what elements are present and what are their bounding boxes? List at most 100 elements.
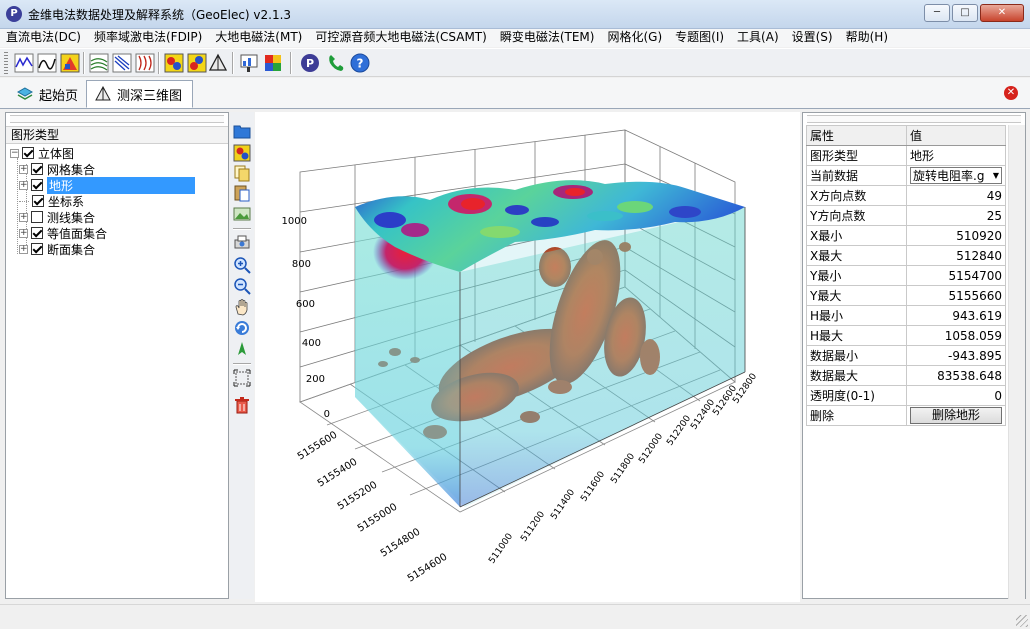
tree-item-isosurfaces[interactable]: + 等值面集合 — [19, 225, 107, 241]
property-value[interactable]: 5154700 — [906, 265, 1006, 286]
property-row[interactable]: 图形类型 地形 — [806, 145, 1006, 166]
property-row[interactable]: H最大 1058.059 — [806, 325, 1006, 346]
help-icon[interactable]: ? — [350, 53, 370, 73]
copy-icon[interactable] — [233, 164, 251, 182]
open-folder-icon[interactable] — [233, 122, 251, 140]
menu-help[interactable]: 帮助(H) — [846, 29, 888, 47]
pseudo-section-icon[interactable] — [164, 53, 184, 73]
menu-mt[interactable]: 大地电磁法(MT) — [215, 29, 302, 47]
close-tab-icon[interactable]: ✕ — [1004, 86, 1018, 100]
3d-viewport[interactable]: 0 200 400 600 800 1000 5155600 5155400 5… — [255, 112, 800, 602]
chart-settings-icon[interactable] — [239, 53, 259, 73]
property-value[interactable]: 83538.648 — [906, 365, 1006, 386]
property-row[interactable]: X最大 512840 — [806, 245, 1006, 266]
expand-icon[interactable]: + — [19, 244, 28, 254]
current-data-select[interactable]: 旋转电阻率.g ▼ — [910, 167, 1002, 184]
tree-item-checkbox[interactable] — [31, 243, 43, 255]
tree-item-terrain[interactable]: + 地形 — [19, 176, 195, 194]
panel-grip[interactable] — [807, 115, 1021, 123]
north-arrow-icon[interactable] — [233, 340, 251, 358]
property-row[interactable]: H最小 943.619 — [806, 305, 1006, 326]
toolbar-grip[interactable] — [4, 52, 8, 74]
property-header-row: 属性 值 — [806, 125, 1006, 146]
close-window-button[interactable]: ✕ — [980, 4, 1024, 22]
import-map-icon[interactable] — [233, 144, 251, 162]
tree-item-checkbox[interactable] — [32, 195, 44, 207]
pan-hand-icon[interactable] — [233, 298, 251, 316]
property-row[interactable]: 当前数据 旋转电阻率.g ▼ — [806, 165, 1006, 186]
property-row[interactable]: X方向点数 49 — [806, 185, 1006, 206]
property-row[interactable]: Y最大 5155660 — [806, 285, 1006, 306]
panel-grip[interactable] — [10, 115, 224, 123]
property-value[interactable]: 512840 — [906, 245, 1006, 266]
zoom-out-icon[interactable] — [233, 277, 251, 295]
menu-dc[interactable]: 直流电法(DC) — [6, 29, 81, 47]
ip-curve-icon[interactable] — [37, 53, 57, 73]
property-row[interactable]: 数据最大 83538.648 — [806, 365, 1006, 386]
menu-fdip[interactable]: 频率域激电法(FDIP) — [94, 29, 202, 47]
wave-curve-icon[interactable] — [135, 53, 155, 73]
tree-item-sections[interactable]: + 断面集合 — [19, 241, 95, 257]
dc-curve-icon[interactable] — [14, 53, 34, 73]
minimize-button[interactable]: ─ — [924, 4, 950, 22]
menu-settings[interactable]: 设置(S) — [792, 29, 833, 47]
tree-item-survey-lines[interactable]: + 测线集合 — [19, 209, 95, 225]
section-line-icon[interactable] — [89, 53, 109, 73]
tree-item-checkbox[interactable] — [31, 211, 43, 223]
property-value[interactable]: 49 — [906, 185, 1006, 206]
tree-item-grid-collection[interactable]: + 网格集合 — [19, 161, 95, 177]
expand-icon[interactable]: + — [19, 164, 28, 174]
property-row[interactable]: 数据最小 -943.895 — [806, 345, 1006, 366]
resize-grip[interactable] — [1016, 615, 1028, 627]
phone-contact-icon[interactable] — [326, 53, 346, 73]
tree-root-checkbox[interactable] — [22, 147, 34, 159]
tree-item-coordinate-system[interactable]: 坐标系 — [19, 193, 84, 209]
about-logo-icon[interactable]: P — [300, 53, 320, 73]
3d-scene[interactable]: 0 200 400 600 800 1000 5155600 5155400 5… — [255, 112, 800, 602]
rotate-icon[interactable] — [233, 319, 251, 337]
property-row[interactable]: 删除 删除地形 — [806, 405, 1006, 426]
tab-start-page[interactable]: 起始页 — [8, 80, 89, 108]
menu-thematic[interactable]: 专题图(I) — [675, 29, 724, 47]
color-palette-icon[interactable] — [263, 53, 283, 73]
property-scrollbar[interactable] — [1008, 125, 1025, 599]
property-row[interactable]: Y方向点数 25 — [806, 205, 1006, 226]
tab-sounding-3d[interactable]: 测深三维图 — [86, 80, 194, 108]
property-value[interactable]: 510920 — [906, 225, 1006, 246]
3d-view-icon[interactable] — [208, 53, 228, 73]
expand-icon[interactable]: + — [19, 212, 28, 222]
color-map-icon[interactable] — [60, 53, 80, 73]
tree-item-checkbox[interactable] — [31, 179, 43, 191]
3d-view-icon — [95, 86, 111, 101]
menu-csamt[interactable]: 可控源音频大地电磁法(CSAMT) — [315, 29, 486, 47]
export-image-icon[interactable] — [233, 205, 251, 223]
property-value[interactable]: 5155660 — [906, 285, 1006, 306]
menu-gridding[interactable]: 网格化(G) — [607, 29, 662, 47]
paste-icon[interactable] — [233, 184, 251, 202]
menu-tools[interactable]: 工具(A) — [737, 29, 779, 47]
tree-root[interactable]: − 立体图 — [10, 145, 74, 161]
property-row[interactable]: X最小 510920 — [806, 225, 1006, 246]
tree-item-checkbox[interactable] — [31, 227, 43, 239]
fit-extent-icon[interactable] — [233, 369, 251, 387]
maximize-button[interactable]: □ — [952, 4, 978, 22]
dropdown-arrow-icon[interactable]: ▼ — [993, 171, 999, 180]
inversion-section-icon[interactable] — [187, 53, 207, 73]
tree-item-checkbox[interactable] — [31, 163, 43, 175]
print-icon[interactable] — [233, 234, 251, 252]
property-row[interactable]: Y最小 5154700 — [806, 265, 1006, 286]
property-value[interactable]: 1058.059 — [906, 325, 1006, 346]
delete-terrain-button[interactable]: 删除地形 — [910, 407, 1002, 424]
transparency-input[interactable]: 0 — [906, 385, 1006, 406]
zoom-in-icon[interactable] — [233, 256, 251, 274]
expand-icon[interactable]: + — [19, 180, 28, 190]
delete-icon[interactable] — [233, 396, 251, 414]
property-row[interactable]: 透明度(0-1) 0 — [806, 385, 1006, 406]
menu-tem[interactable]: 瞬变电磁法(TEM) — [500, 29, 595, 47]
property-value[interactable]: 943.619 — [906, 305, 1006, 326]
property-value[interactable]: 25 — [906, 205, 1006, 226]
contour-lines-icon[interactable] — [112, 53, 132, 73]
property-value[interactable]: -943.895 — [906, 345, 1006, 366]
collapse-icon[interactable]: − — [10, 148, 19, 158]
expand-icon[interactable]: + — [19, 228, 28, 238]
